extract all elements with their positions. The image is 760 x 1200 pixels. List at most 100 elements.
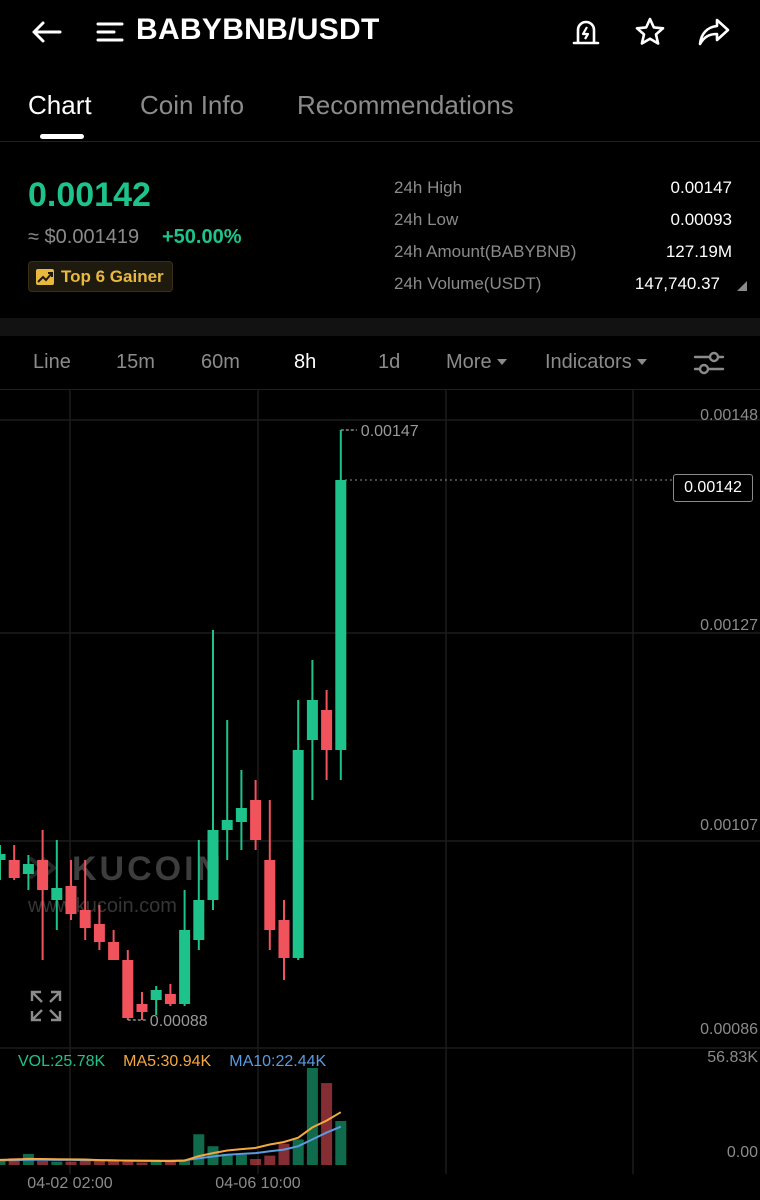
candle-body — [235, 808, 247, 822]
volume-bars — [0, 1068, 347, 1165]
time-axis: 04-02 02:00 04-06 10:00 — [27, 1175, 301, 1192]
tab-chart[interactable]: Chart — [28, 90, 92, 121]
section-divider — [0, 318, 760, 336]
tab-recommendations[interactable]: Recommendations — [297, 90, 514, 121]
stat-value-24h-amount: 127.19M — [665, 242, 732, 261]
volume-value: VOL:25.78K — [18, 1053, 106, 1070]
price-axis-label: 0.00086 — [700, 1021, 758, 1038]
expand-icon — [30, 990, 62, 1022]
price-change-percent: +50.00% — [162, 226, 242, 248]
fullscreen-button[interactable] — [28, 988, 64, 1024]
chart-settings-button[interactable] — [692, 348, 732, 378]
stat-value-24h-volume: 147,740.37 — [634, 274, 720, 293]
candle-body — [65, 886, 77, 914]
volume-bar — [37, 1160, 49, 1165]
interval-bar: Line 15m 60m 8h 1d More Indicators — [0, 336, 760, 390]
share-icon — [698, 18, 730, 46]
interval-1d[interactable]: 1d — [378, 351, 400, 374]
volume-ma5: MA5:30.94K — [123, 1053, 212, 1070]
usd-equivalent-price: ≈ $0.001419 — [28, 226, 140, 248]
stat-label-24h-low: 24h Low — [394, 210, 459, 229]
page-tabs: Chart Coin Info Recommendations — [0, 80, 760, 142]
stat-value-24h-high: 0.00147 — [670, 178, 732, 197]
price-axis-label: 0.00127 — [700, 617, 758, 634]
volume-ma-lines — [0, 1111, 342, 1163]
price-alert-button[interactable] — [566, 12, 606, 52]
volume-bar — [65, 1161, 77, 1165]
indicators-label: Indicators — [545, 351, 632, 373]
sliders-icon — [693, 351, 725, 375]
active-tab-indicator — [40, 134, 84, 139]
volume-bar — [51, 1161, 63, 1165]
candle-body — [79, 910, 91, 928]
volume-bar — [79, 1160, 91, 1165]
volume-bar — [292, 1139, 304, 1165]
gainer-badge-label: Top 6 Gainer — [61, 266, 164, 286]
candle-body — [136, 1004, 148, 1012]
interval-15m[interactable]: 15m — [116, 351, 155, 374]
gainer-badge[interactable]: Top 6 Gainer — [28, 261, 173, 292]
volume-bar — [250, 1159, 262, 1165]
candle-body — [37, 860, 49, 890]
volume-bar — [193, 1134, 205, 1165]
star-icon — [635, 17, 665, 45]
candle-body — [164, 994, 176, 1004]
interval-60m[interactable]: 60m — [201, 351, 240, 374]
candle-body — [306, 700, 318, 740]
interval-line[interactable]: Line — [33, 351, 71, 374]
volume-bar — [278, 1143, 290, 1165]
price-alert-icon — [572, 20, 600, 45]
candlestick-chart[interactable]: KUCOIN www.kucoin.com 0.00147 0.00088 0.0… — [0, 390, 760, 1200]
high-marker-label: 0.00147 — [361, 423, 419, 440]
low-marker-label: 0.00088 — [150, 1013, 208, 1030]
back-arrow-icon — [32, 21, 62, 43]
candle-body — [122, 960, 134, 1018]
stat-label-24h-high: 24h High — [394, 178, 463, 197]
price-axis-label: 0.00148 — [700, 407, 758, 424]
time-axis-label: 04-02 02:00 — [27, 1175, 113, 1192]
back-button[interactable] — [28, 14, 64, 50]
share-button[interactable] — [694, 12, 734, 52]
pair-menu-button[interactable] — [96, 17, 124, 47]
candle-body — [0, 854, 6, 860]
candle-body — [321, 710, 333, 750]
candle-body — [93, 924, 105, 942]
candle-body — [108, 942, 120, 960]
candle-body — [250, 800, 262, 840]
candle-body — [335, 480, 347, 750]
volume-bar — [122, 1161, 134, 1165]
candle-body — [264, 860, 276, 930]
volume-ma10: MA10:22.44K — [229, 1053, 327, 1070]
interval-more-label: More — [446, 351, 492, 373]
volume-bar — [235, 1154, 247, 1165]
chevron-down-icon — [496, 359, 507, 365]
watermark-url: www.kucoin.com — [27, 895, 177, 917]
favorite-button[interactable] — [630, 12, 670, 52]
candle-body — [22, 864, 34, 874]
indicators-dropdown[interactable]: Indicators — [545, 351, 647, 374]
interval-more-dropdown[interactable]: More — [446, 351, 507, 374]
volume-legend: VOL:25.78K MA5:30.94K MA10:22.44K — [18, 1053, 326, 1071]
time-axis-label: 04-06 10:00 — [215, 1175, 301, 1192]
volume-bar — [0, 1160, 6, 1165]
last-price: 0.00142 — [28, 176, 151, 214]
candle-body — [292, 750, 304, 958]
tab-coin-info[interactable]: Coin Info — [140, 90, 244, 121]
volume-bar — [321, 1083, 333, 1165]
candle-body — [193, 900, 205, 940]
current-price-tag: 0.00142 — [673, 474, 753, 502]
stat-label-24h-volume: 24h Volume(USDT) — [394, 274, 542, 293]
candle-body — [8, 860, 20, 878]
trending-up-icon — [36, 268, 54, 285]
candle-body — [179, 930, 191, 1004]
pair-title[interactable]: BABYBNB/USDT — [136, 13, 380, 47]
volume-axis-min: 0.00 — [727, 1144, 758, 1161]
candles — [0, 430, 347, 1020]
chevron-down-icon — [636, 359, 647, 365]
interval-8h[interactable]: 8h — [294, 351, 316, 374]
menu-icon — [96, 22, 124, 42]
volume-bar — [136, 1162, 148, 1165]
watermark-text: KUCOIN — [72, 850, 224, 888]
candle-body — [150, 990, 162, 1000]
volume-axis-max: 56.83K — [707, 1049, 758, 1066]
